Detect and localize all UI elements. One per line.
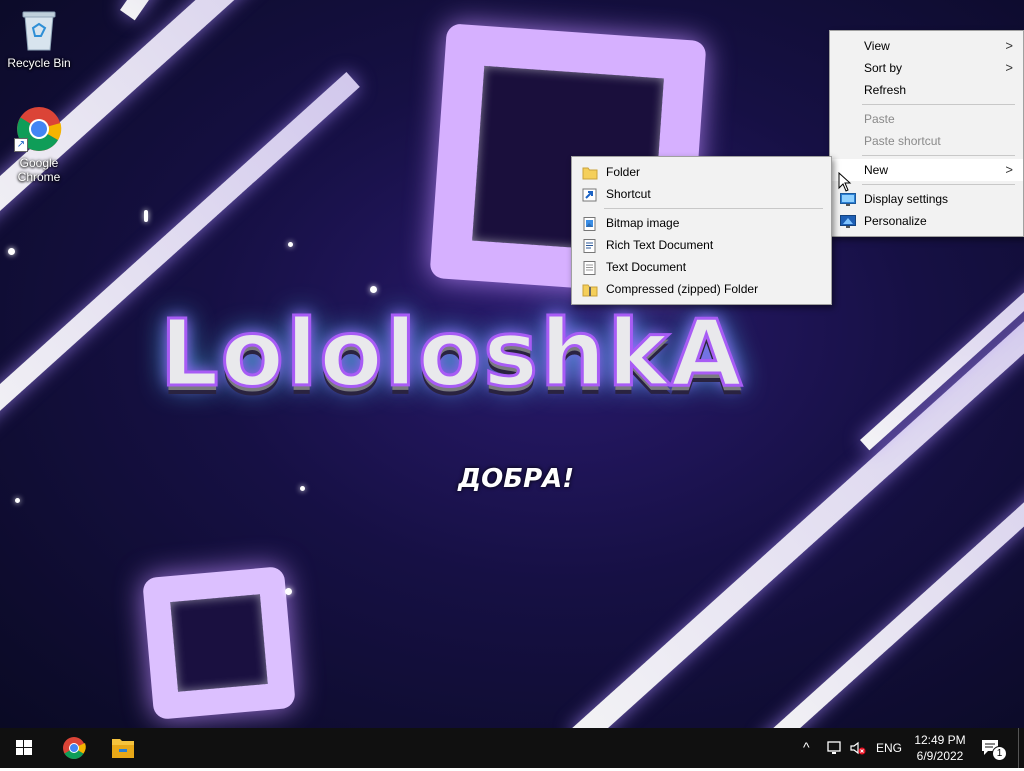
tray-overflow-chevron-icon[interactable]: ^ bbox=[803, 739, 810, 755]
chrome-icon bbox=[63, 737, 86, 759]
zip-folder-icon bbox=[582, 282, 598, 297]
taskbar: ^ ENG 12:49 PM 6/9/2022 1 bbox=[0, 728, 1024, 768]
menu-item-refresh[interactable]: Refresh bbox=[830, 79, 1023, 101]
new-submenu: Folder Shortcut Bitmap image Rich Text D… bbox=[571, 156, 832, 305]
chrome-icon: ↗ bbox=[14, 106, 62, 152]
mouse-cursor-icon bbox=[838, 171, 852, 192]
menu-item-view[interactable]: View > bbox=[830, 35, 1023, 57]
volume-muted-icon[interactable] bbox=[849, 740, 867, 756]
menu-item-label: Display settings bbox=[864, 192, 949, 206]
menu-item-sort-by[interactable]: Sort by > bbox=[830, 57, 1023, 79]
menu-item-paste[interactable]: Paste bbox=[830, 108, 1023, 130]
clock-time: 12:49 PM bbox=[914, 733, 966, 747]
submenu-item-shortcut[interactable]: Shortcut bbox=[572, 183, 831, 205]
menu-item-label: Refresh bbox=[864, 83, 907, 97]
sparkle bbox=[285, 588, 292, 595]
desktop-icon-google-chrome[interactable]: ↗ Google Chrome bbox=[1, 106, 77, 184]
menu-item-label: Sort by bbox=[864, 61, 903, 75]
menu-item-label: Personalize bbox=[864, 214, 927, 228]
submenu-item-compressed-folder[interactable]: Compressed (zipped) Folder bbox=[572, 278, 831, 300]
recycle-bin-icon bbox=[19, 8, 59, 52]
sparkle bbox=[300, 486, 305, 491]
chevron-right-icon: > bbox=[1005, 162, 1013, 177]
display-icon bbox=[840, 192, 856, 206]
menu-item-label: Text Document bbox=[606, 260, 687, 274]
chevron-right-icon: > bbox=[1005, 60, 1013, 75]
text-document-icon bbox=[582, 260, 598, 275]
menu-item-label: New bbox=[864, 163, 889, 177]
menu-item-label: Paste bbox=[864, 112, 895, 126]
menu-item-label: Rich Text Document bbox=[606, 238, 714, 252]
show-desktop-button[interactable] bbox=[1018, 728, 1024, 768]
menu-separator bbox=[862, 155, 1015, 156]
submenu-item-folder[interactable]: Folder bbox=[572, 161, 831, 183]
desktop-icon-label: Recycle Bin bbox=[7, 56, 71, 70]
desktop-icon-recycle-bin[interactable]: Recycle Bin bbox=[1, 8, 77, 70]
desktop[interactable]: LololoshkA ДОБРА! Recycle Bin ↗ Google C… bbox=[0, 0, 1024, 728]
wallpaper-logo-title: LololoshkA bbox=[159, 299, 744, 409]
menu-item-label: Compressed (zipped) Folder bbox=[606, 282, 759, 296]
menu-item-label: View bbox=[864, 39, 890, 53]
submenu-item-text-document[interactable]: Text Document bbox=[572, 256, 831, 278]
sparkle bbox=[288, 242, 293, 247]
menu-separator bbox=[862, 104, 1015, 105]
rich-text-icon bbox=[582, 238, 598, 253]
menu-separator bbox=[862, 184, 1015, 185]
bitmap-icon bbox=[582, 216, 598, 231]
clock-date: 6/9/2022 bbox=[916, 749, 964, 763]
desktop-context-menu: View > Sort by > Refresh Paste Paste sho… bbox=[829, 30, 1024, 237]
folder-icon bbox=[582, 165, 598, 180]
desktop-icon-label: Google Chrome bbox=[17, 156, 61, 184]
folder-icon bbox=[112, 739, 134, 758]
language-indicator[interactable]: ENG bbox=[876, 741, 902, 755]
network-icon[interactable] bbox=[826, 740, 844, 756]
sparkle bbox=[370, 286, 377, 293]
notification-count-badge: 1 bbox=[992, 746, 1007, 761]
shortcut-arrow-icon: ↗ bbox=[14, 138, 28, 152]
personalize-icon bbox=[840, 214, 856, 228]
menu-item-display-settings[interactable]: Display settings bbox=[830, 188, 1023, 210]
wallpaper-logo-subtitle: ДОБРА! bbox=[458, 464, 575, 494]
menu-item-personalize[interactable]: Personalize bbox=[830, 210, 1023, 232]
chrome-taskbar-button[interactable] bbox=[50, 728, 98, 768]
action-center-button[interactable]: 1 bbox=[980, 738, 1007, 761]
menu-separator bbox=[604, 208, 823, 209]
sparkle bbox=[15, 498, 20, 503]
menu-item-label: Shortcut bbox=[606, 187, 651, 201]
submenu-item-bitmap-image[interactable]: Bitmap image bbox=[572, 212, 831, 234]
chevron-right-icon: > bbox=[1005, 38, 1013, 53]
wallpaper-square bbox=[142, 566, 296, 720]
file-explorer-taskbar-button[interactable] bbox=[99, 728, 147, 768]
menu-item-label: Folder bbox=[606, 165, 641, 179]
menu-item-new[interactable]: New > bbox=[830, 159, 1023, 181]
sparkle bbox=[144, 210, 148, 222]
clock[interactable]: 12:49 PM 6/9/2022 bbox=[912, 732, 968, 764]
shortcut-icon bbox=[582, 187, 598, 202]
windows-logo-icon bbox=[16, 740, 32, 755]
menu-item-paste-shortcut[interactable]: Paste shortcut bbox=[830, 130, 1023, 152]
menu-item-label: Bitmap image bbox=[606, 216, 680, 230]
sparkle bbox=[8, 248, 15, 255]
menu-item-label: Paste shortcut bbox=[864, 134, 941, 148]
submenu-item-rich-text-document[interactable]: Rich Text Document bbox=[572, 234, 831, 256]
start-button[interactable] bbox=[0, 728, 48, 768]
